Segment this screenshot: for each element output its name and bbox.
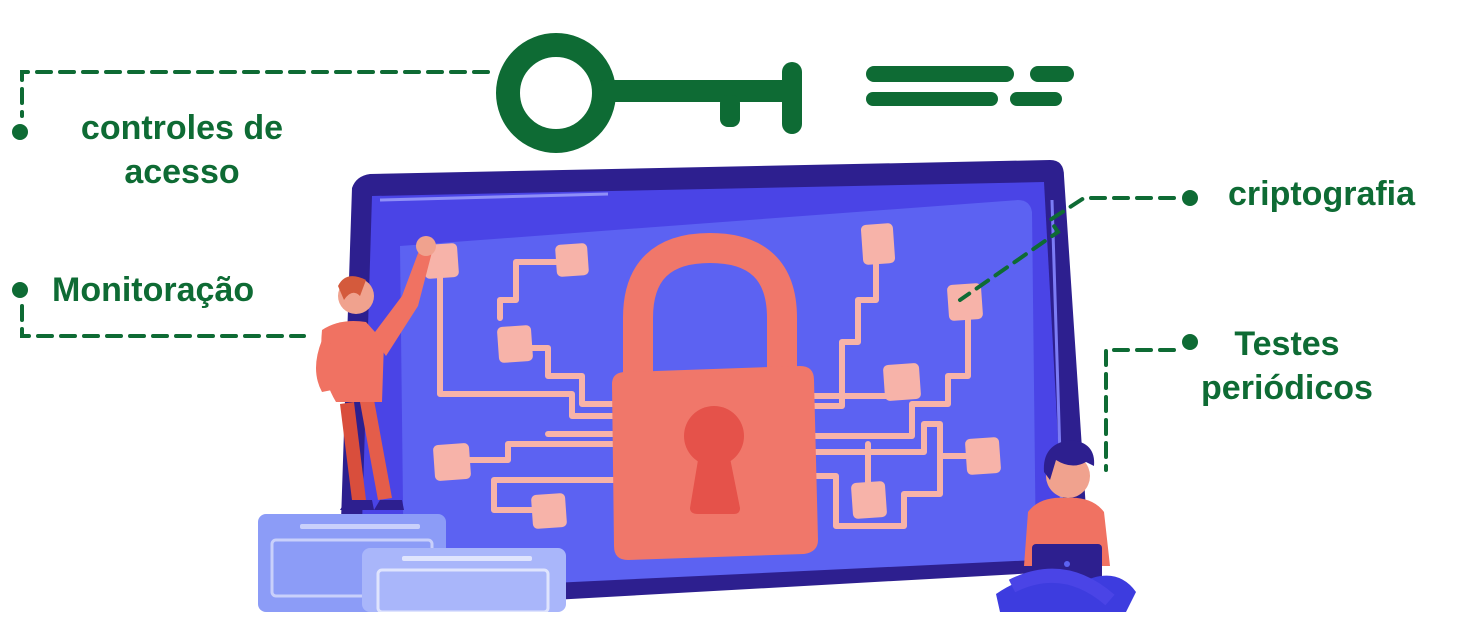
key-icon (496, 33, 1074, 153)
label-periodic-tests-line-2: periódicos (1201, 369, 1373, 407)
security-illustration: controles de acesso Monitoração criptogr… (0, 0, 1464, 614)
label-periodic-tests-line-1: Testes (1234, 325, 1340, 363)
label-periodic-tests: Testes periódicos (1182, 322, 1392, 410)
label-cryptography: criptografia (1228, 175, 1416, 213)
label-monitoring: Monitoração (52, 271, 255, 309)
label-access-controls: controles de acesso (52, 106, 312, 194)
label-access-controls-line-2: acesso (124, 153, 240, 191)
label-access-controls-line-1: controles de (80, 109, 284, 147)
